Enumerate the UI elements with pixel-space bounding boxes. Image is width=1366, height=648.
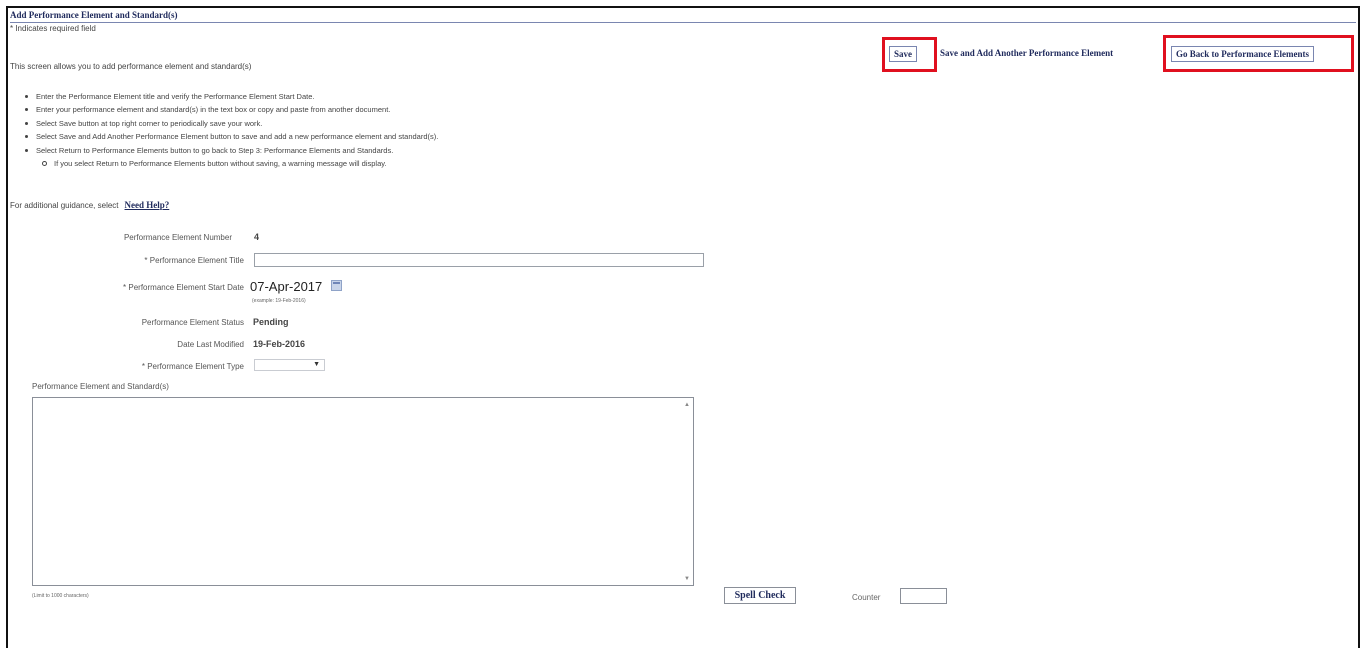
- calendar-icon[interactable]: [331, 280, 342, 291]
- instruction-sub-item: If you select Return to Performance Elem…: [41, 157, 438, 170]
- element-status-value: Pending: [253, 317, 289, 327]
- standards-label: Performance Element and Standard(s): [32, 382, 169, 391]
- standards-textarea[interactable]: ▲ ▼: [32, 397, 694, 586]
- guidance-text: For additional guidance, select: [10, 201, 119, 210]
- need-help-link[interactable]: Need Help?: [125, 200, 170, 210]
- character-limit-note: (Limit to 1000 characters): [32, 593, 89, 599]
- counter-label: Counter: [852, 593, 881, 602]
- instruction-item: Select Save button at top right corner t…: [24, 117, 438, 130]
- required-field-note: * Indicates required field: [10, 24, 96, 33]
- intro-text: This screen allows you to add performanc…: [10, 62, 252, 71]
- instruction-item: Enter the Performance Element title and …: [24, 90, 438, 103]
- spell-check-button[interactable]: Spell Check: [724, 587, 796, 604]
- element-number-value: 4: [254, 232, 260, 242]
- save-and-add-another-button[interactable]: Save and Add Another Performance Element: [940, 48, 1114, 58]
- element-type-label: * Performance Element Type: [141, 362, 244, 371]
- page-title: Add Performance Element and Standard(s): [10, 10, 178, 20]
- instruction-item: Select Return to Performance Elements bu…: [24, 144, 438, 157]
- scroll-down-arrow-icon[interactable]: ▼: [684, 576, 690, 582]
- element-type-select[interactable]: ▼: [254, 359, 325, 371]
- element-title-input[interactable]: [254, 253, 704, 267]
- element-title-label: * Performance Element Title: [144, 256, 244, 265]
- title-divider: [10, 22, 1356, 23]
- go-back-highlight-box: [1163, 35, 1354, 72]
- instruction-item: Enter your performance element and stand…: [24, 103, 438, 116]
- instruction-list: Enter the Performance Element title and …: [24, 90, 438, 170]
- scroll-up-arrow-icon[interactable]: ▲: [684, 402, 690, 408]
- element-number-label: Performance Element Number: [123, 233, 232, 242]
- start-date-label: * Performance Element Start Date: [123, 283, 244, 292]
- date-last-modified-label: Date Last Modified: [177, 340, 244, 349]
- element-status-label: Performance Element Status: [141, 318, 244, 327]
- date-example-note: (example: 19-Feb-2016): [252, 298, 306, 304]
- dropdown-arrow-icon: ▼: [313, 361, 320, 368]
- guidance-line: For additional guidance, select Need Help…: [10, 200, 169, 210]
- instruction-item: Select Save and Add Another Performance …: [24, 130, 438, 143]
- date-last-modified-value: 19-Feb-2016: [253, 339, 306, 349]
- counter-field: [900, 588, 947, 604]
- save-highlight-box: [882, 37, 937, 72]
- start-date-value[interactable]: 07-Apr-2017: [250, 279, 322, 294]
